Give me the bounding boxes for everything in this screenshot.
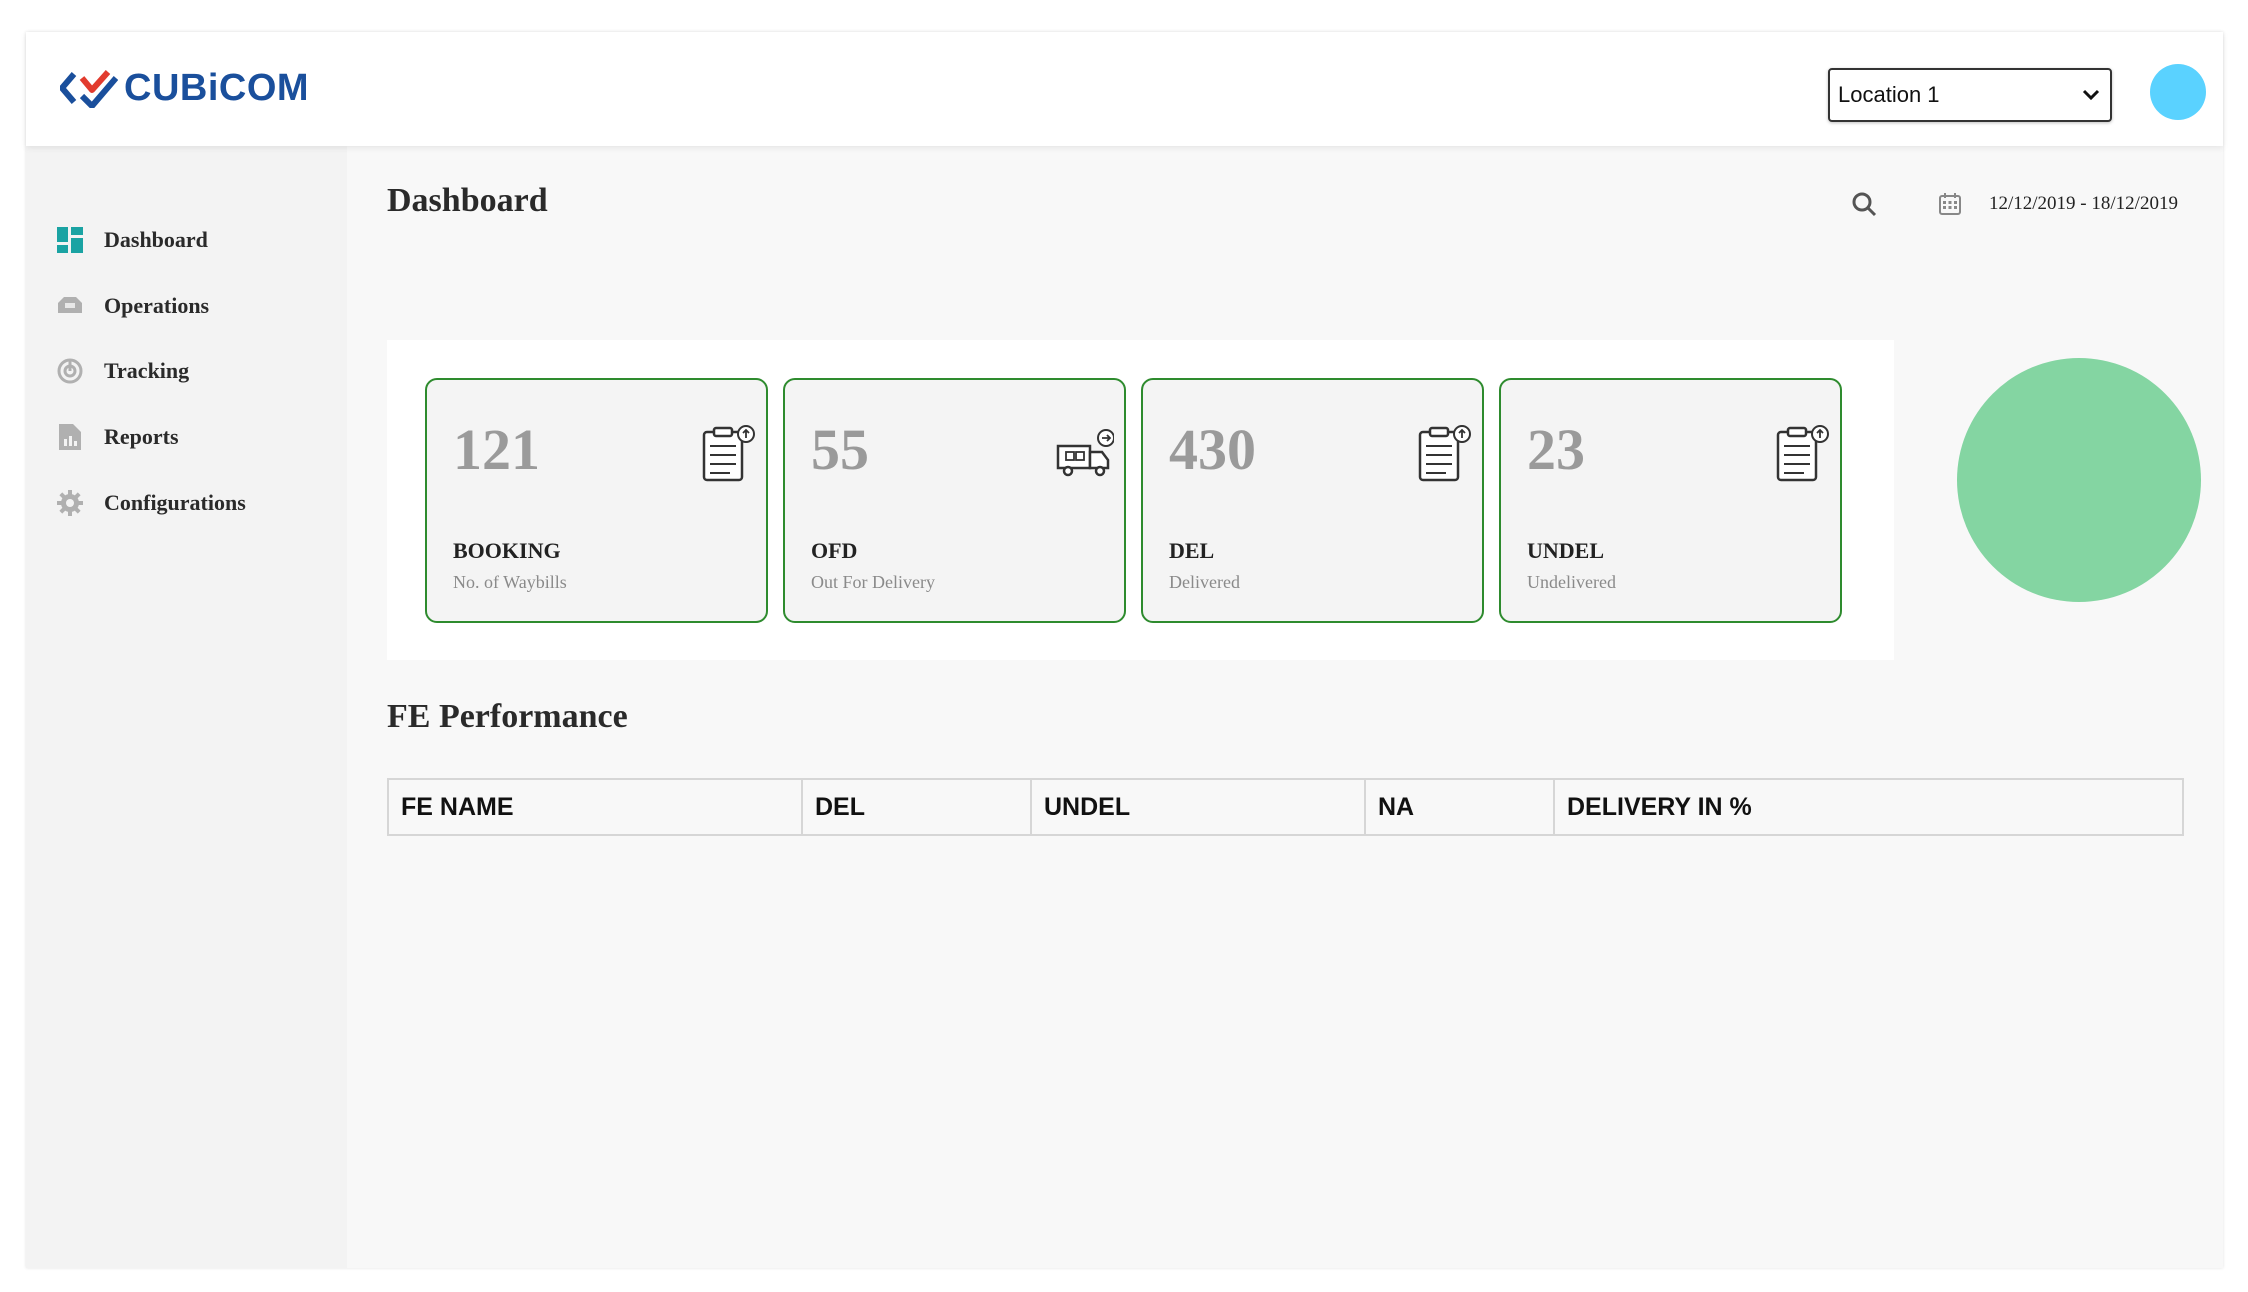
sidebar-item-operations[interactable]: Operations [56,286,209,326]
stat-card-del[interactable]: 430 DEL Delivered [1141,378,1484,623]
stat-code: UNDEL [1527,538,1605,563]
stat-value: 55 [811,417,869,482]
column-header-del[interactable]: DEL [803,780,1032,834]
dashboard-icon [56,226,84,254]
fe-performance-table: FE NAME DEL UNDEL NA DELIVERY IN % [387,778,2184,836]
stats-panel: 121 BOOKING No. of Waybills 55 OFD Out F… [387,340,1894,660]
search-icon [1852,192,1877,217]
reports-icon [56,423,84,451]
tracking-icon [56,357,84,385]
column-header-fe-name[interactable]: FE NAME [389,780,803,834]
sidebar-item-label: Operations [104,293,210,318]
operations-icon [56,292,84,320]
stat-desc: Out For Delivery [811,572,935,592]
clipboard-icon [1418,425,1471,482]
calendar-icon [1939,193,1961,215]
sidebar-item-label: Dashboard [104,227,208,252]
sidebar: Dashboard Operations Tracking Reports Co… [26,146,347,1268]
avatar[interactable] [2150,64,2206,120]
column-header-undel[interactable]: UNDEL [1032,780,1366,834]
summary-pie-chart [1957,358,2201,602]
header: CUBiCOM Location 1 [26,32,2223,146]
stat-desc: Delivered [1169,572,1240,592]
logo-mark-icon [60,70,118,108]
sidebar-item-label: Configurations [104,490,246,515]
stat-code: BOOKING [453,538,561,563]
location-select[interactable]: Location 1 [1828,68,2112,122]
calendar-button[interactable] [1938,186,1962,222]
fe-performance-title: FE Performance [387,698,628,735]
sidebar-item-tracking[interactable]: Tracking [56,351,189,391]
truck-icon [1056,429,1114,477]
sidebar-item-label: Reports [104,424,179,449]
stat-value: 121 [453,417,540,482]
sidebar-item-dashboard[interactable]: Dashboard [56,220,208,260]
stat-card-booking[interactable]: 121 BOOKING No. of Waybills [425,378,768,623]
stat-card-ofd[interactable]: 55 OFD Out For Delivery [783,378,1126,623]
date-range[interactable]: 12/12/2019 - 18/12/2019 [1989,186,2178,222]
stat-value: 23 [1527,417,1585,482]
sidebar-item-label: Tracking [104,358,190,383]
column-header-na[interactable]: NA [1366,780,1555,834]
search-button[interactable] [1851,186,1877,222]
logo-text: CUBiCOM [124,66,310,109]
sidebar-item-configurations[interactable]: Configurations [56,483,246,523]
stat-code: DEL [1169,538,1215,563]
column-header-delivery-percent[interactable]: DELIVERY IN % [1555,780,2182,834]
clipboard-icon [1776,425,1829,482]
logo[interactable]: CUBiCOM [60,64,309,112]
location-select-value: Location 1 [1838,82,1940,107]
gear-icon [56,489,84,517]
page-title: Dashboard [387,182,548,219]
app-window: CUBiCOM Location 1 Dashboard Operations … [26,32,2223,1268]
stat-value: 430 [1169,417,1256,482]
stat-desc: No. of Waybills [453,572,567,592]
clipboard-icon [702,425,755,482]
sidebar-item-reports[interactable]: Reports [56,417,179,457]
stat-desc: Undelivered [1527,572,1616,592]
stat-card-undel[interactable]: 23 UNDEL Undelivered [1499,378,1842,623]
stat-code: OFD [811,538,858,563]
chevron-down-icon [2082,89,2100,101]
main-content: Dashboard 12/12/2019 - 18/12/2019 121 BO… [347,146,2223,1268]
